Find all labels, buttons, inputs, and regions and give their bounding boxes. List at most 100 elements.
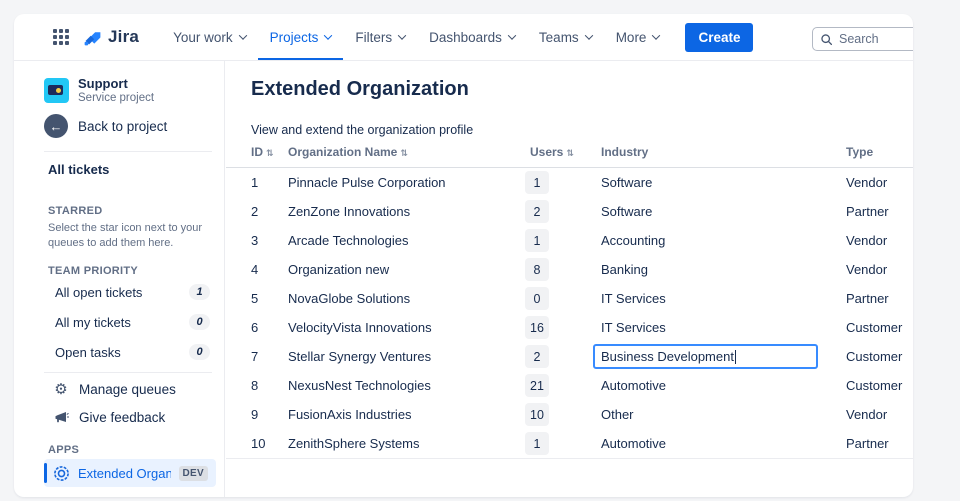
cell-type[interactable]: Customer — [846, 349, 913, 364]
table-row: 10ZenithSphere Systems1AutomotivePartner — [226, 429, 913, 458]
apps-heading: APPS — [48, 444, 214, 456]
cell-type[interactable]: Customer — [846, 378, 913, 393]
cell-id: 7 — [251, 349, 288, 364]
jira-wordmark: Jira — [108, 27, 139, 47]
users-count-badge: 21 — [525, 374, 549, 397]
cell-industry[interactable]: Software — [601, 204, 846, 219]
cell-industry[interactable]: Software — [601, 175, 846, 190]
nav-item-your-work[interactable]: Your work — [161, 14, 258, 60]
chevron-down-icon — [508, 31, 516, 39]
cell-industry[interactable]: Automotive — [601, 378, 846, 393]
cell-organization-name[interactable]: Arcade Technologies — [288, 233, 530, 248]
cell-type[interactable]: Partner — [846, 436, 913, 451]
table-header: ID⇅Organization Name⇅Users⇅IndustryType — [226, 138, 913, 168]
jira-logo[interactable]: Jira — [82, 27, 139, 48]
nav-item-label: Filters — [355, 30, 392, 45]
cell-industry[interactable]: Accounting — [601, 233, 846, 248]
nav-item-more[interactable]: More — [604, 14, 672, 60]
top-nav: Jira Your workProjects Filters DashboardsT… — [14, 14, 913, 61]
gear-icon: ⚙ — [52, 380, 70, 398]
all-tickets-label: All tickets — [48, 162, 214, 177]
cell-industry[interactable]: Banking — [601, 262, 846, 277]
manage-queues-button[interactable]: ⚙ Manage queues — [52, 380, 214, 398]
cell-organization-name[interactable]: ZenZone Innovations — [288, 204, 530, 219]
column-header-type: Type — [846, 145, 913, 159]
project-name: Support — [78, 76, 154, 91]
cell-users: 10 — [530, 403, 601, 426]
search-box[interactable] — [812, 27, 913, 51]
queue-item-all-open-tickets[interactable]: All open tickets1 — [14, 277, 224, 307]
cell-users: 2 — [530, 200, 601, 223]
dev-badge: DEV — [179, 466, 208, 481]
chevron-down-icon — [652, 31, 660, 39]
cell-id: 5 — [251, 291, 288, 306]
cell-type[interactable]: Vendor — [846, 175, 913, 190]
cell-type[interactable]: Vendor — [846, 407, 913, 422]
main-content: Extended Organization View and extend th… — [226, 61, 913, 497]
queue-item-open-tasks[interactable]: Open tasks0 — [14, 337, 224, 367]
cell-type[interactable]: Vendor — [846, 233, 913, 248]
cell-industry[interactable]: IT Services — [601, 291, 846, 306]
cell-id: 9 — [251, 407, 288, 422]
jira-logo-icon — [82, 27, 103, 48]
queue-label: All my tickets — [55, 315, 189, 330]
queue-item-all-my-tickets[interactable]: All my tickets0 — [14, 307, 224, 337]
sidebar: Support Service project ← Back to projec… — [14, 61, 225, 497]
cell-type[interactable]: Customer — [846, 320, 913, 335]
cell-type[interactable]: Partner — [846, 204, 913, 219]
nav-item-teams[interactable]: Teams — [527, 14, 604, 60]
cell-organization-name[interactable]: Pinnacle Pulse Corporation — [288, 175, 530, 190]
table-row: 2ZenZone Innovations2SoftwarePartner — [226, 197, 913, 226]
cell-organization-name[interactable]: NexusNest Technologies — [288, 378, 530, 393]
cell-industry[interactable]: Business Development — [601, 344, 846, 369]
cell-organization-name[interactable]: NovaGlobe Solutions — [288, 291, 530, 306]
nav-item-projects[interactable]: Projects — [258, 14, 344, 60]
back-arrow-icon: ← — [44, 114, 68, 138]
cell-industry[interactable]: Automotive — [601, 436, 846, 451]
table-row: 7Stellar Synergy Ventures2Business Devel… — [226, 342, 913, 371]
sort-icon: ⇅ — [566, 148, 574, 158]
sidebar-item-extended-organization[interactable]: Extended Organiz... DEV — [44, 459, 216, 487]
nav-item-filters[interactable]: Filters — [343, 14, 417, 60]
app-switcher-button[interactable] — [48, 24, 74, 50]
cell-type[interactable]: Partner — [846, 291, 913, 306]
users-count-badge: 0 — [525, 287, 549, 310]
project-avatar — [44, 78, 69, 103]
users-count-badge: 8 — [525, 258, 549, 281]
column-header-users[interactable]: Users⇅ — [530, 145, 601, 159]
table-row: 8NexusNest Technologies21AutomotiveCusto… — [226, 371, 913, 400]
page-subtitle: View and extend the organization profile — [251, 123, 913, 137]
back-to-project-button[interactable]: ← Back to project — [44, 114, 214, 138]
search-input[interactable] — [839, 32, 909, 46]
give-feedback-button[interactable]: Give feedback — [52, 409, 214, 425]
cell-organization-name[interactable]: Organization new — [288, 262, 530, 277]
app-target-icon — [53, 465, 70, 482]
selected-indicator — [44, 463, 47, 483]
chevron-down-icon — [238, 31, 246, 39]
industry-edit-input[interactable]: Business Development — [593, 344, 818, 369]
cell-organization-name[interactable]: ZenithSphere Systems — [288, 436, 530, 451]
table-row: 6VelocityVista Innovations16 IT ServicesC… — [226, 313, 913, 342]
project-header[interactable]: Support Service project — [44, 76, 214, 105]
cell-id: 1 — [251, 175, 288, 190]
cell-industry[interactable]: IT Services — [601, 320, 846, 335]
users-count-badge: 16 — [525, 316, 549, 339]
column-header-id[interactable]: ID⇅ — [251, 145, 288, 159]
column-header-organization-name[interactable]: Organization Name⇅ — [288, 145, 530, 159]
cell-organization-name[interactable]: FusionAxis Industries — [288, 407, 530, 422]
chevron-down-icon — [324, 31, 332, 39]
queue-count-badge: 1 — [189, 284, 210, 300]
cell-type[interactable]: Vendor — [846, 262, 913, 277]
cell-users: 1 — [530, 171, 601, 194]
create-button[interactable]: Create — [685, 23, 753, 52]
nav-item-label: More — [616, 30, 647, 45]
cell-users: 1 — [530, 432, 601, 455]
nav-item-dashboards[interactable]: Dashboards — [417, 14, 527, 60]
cell-users: 2 — [530, 345, 601, 368]
cell-organization-name[interactable]: VelocityVista Innovations — [288, 320, 530, 335]
cell-industry[interactable]: Other — [601, 407, 846, 422]
cell-organization-name[interactable]: Stellar Synergy Ventures — [288, 349, 530, 364]
table-row: 3Arcade Technologies1AccountingVendor — [226, 226, 913, 255]
queue-count-badge: 0 — [189, 344, 210, 360]
cell-id: 6 — [251, 320, 288, 335]
